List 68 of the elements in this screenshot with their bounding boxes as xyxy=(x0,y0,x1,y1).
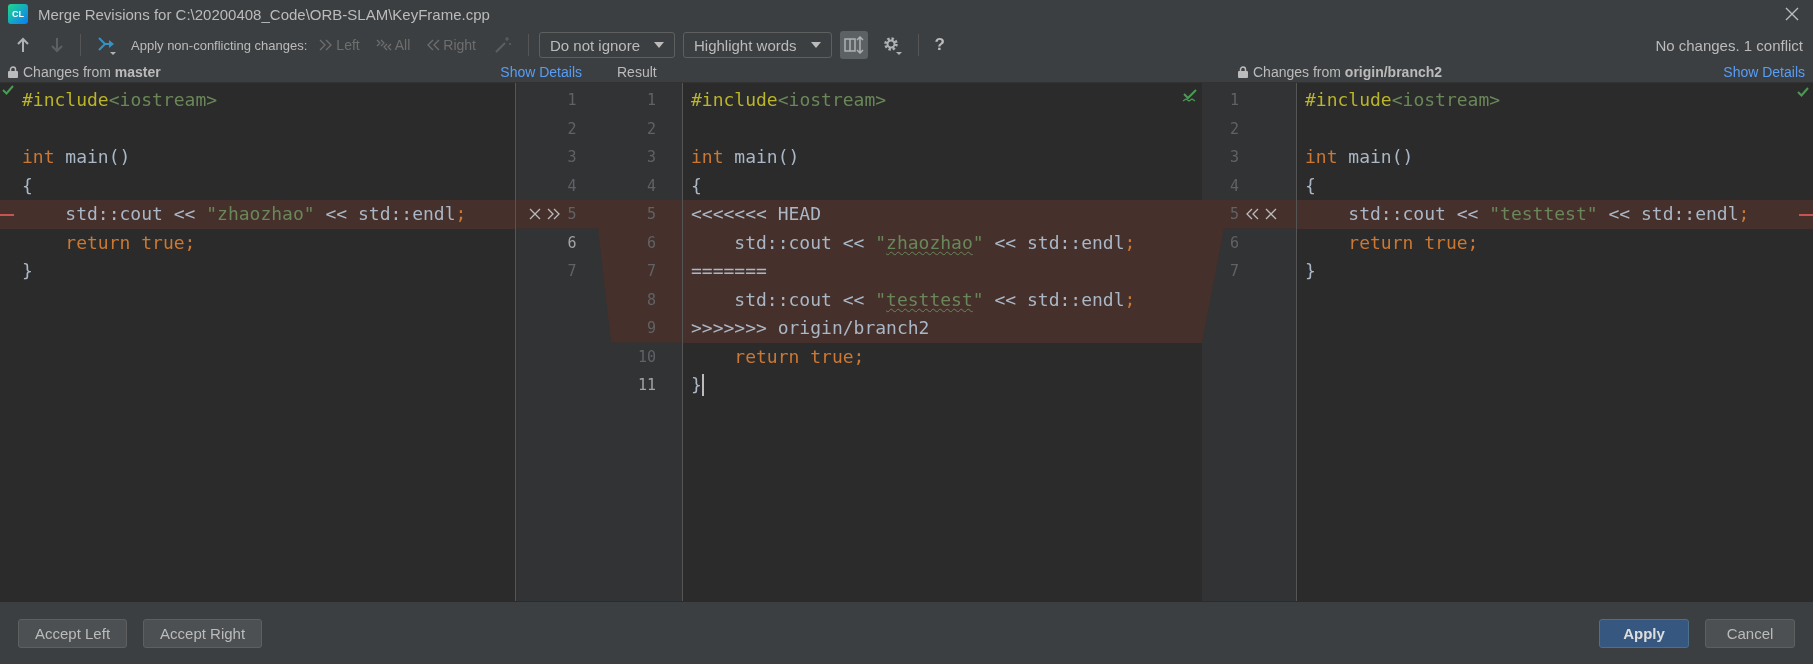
line-number: 7 xyxy=(646,262,656,281)
code-line: { xyxy=(1305,173,1316,198)
show-details-link[interactable]: Show Details xyxy=(1723,64,1805,80)
code-line: } xyxy=(691,373,702,397)
code-line: #include<iostream> xyxy=(22,88,218,112)
app-logo: CL xyxy=(8,4,28,24)
pane-title: Changes from origin/branch2 xyxy=(1253,64,1443,80)
code-line: int main() xyxy=(22,145,131,169)
line-number: 5 xyxy=(567,205,577,224)
double-chevron-right-icon[interactable] xyxy=(547,208,562,221)
cross-icon[interactable] xyxy=(529,208,542,221)
dialog-button[interactable]: Accept Left xyxy=(18,618,128,648)
cross-icon[interactable] xyxy=(1265,208,1278,221)
highlight-dropdown[interactable]: Highlight words xyxy=(683,32,832,58)
line-number: 8 xyxy=(646,290,656,309)
double-chevron-left-icon[interactable] xyxy=(1245,208,1260,221)
settings-icon[interactable] xyxy=(881,35,902,55)
apply-changes-label: Apply non-conflicting changes: xyxy=(131,37,308,53)
code-line: } xyxy=(22,259,33,283)
code-line: std::cout << "testtest" << std::endl; xyxy=(733,287,1136,312)
check-icon xyxy=(2,85,14,95)
dialog-button[interactable]: Cancel xyxy=(1705,618,1795,648)
caret-icon xyxy=(810,42,821,48)
code-line: return true; xyxy=(64,230,196,255)
check-icon xyxy=(1797,87,1809,97)
code-line: } xyxy=(1305,259,1316,283)
line-number: 6 xyxy=(646,233,656,252)
code-line: return true; xyxy=(733,344,865,369)
code-line: std::cout << "zhaozhao" << std::endl; xyxy=(733,230,1136,255)
pane-title: Result xyxy=(617,64,657,80)
line-number: 5 xyxy=(1230,205,1240,224)
check-squiggle-icon xyxy=(1182,89,1198,103)
line-number: 6 xyxy=(567,233,577,252)
view-toggle-button[interactable] xyxy=(839,31,868,59)
code-line: >>>>>>> origin/branch2 xyxy=(691,316,930,340)
line-number: 11 xyxy=(637,376,656,395)
double-chevron-right-icon xyxy=(319,39,334,51)
lock-icon xyxy=(1238,66,1248,78)
code-line: ======= xyxy=(691,259,767,283)
code-line: return true; xyxy=(1347,230,1479,255)
status-text: No changes. 1 conflict xyxy=(1655,36,1803,54)
code-line: std::cout << "zhaozhao" << std::endl; xyxy=(64,202,467,226)
help-button[interactable]: ? xyxy=(928,35,951,55)
dialog-button[interactable]: Accept Right xyxy=(143,618,263,648)
double-chevron-left-icon xyxy=(426,39,441,51)
code-line: { xyxy=(691,173,702,198)
change-marker xyxy=(1799,214,1813,216)
line-number: 5 xyxy=(646,205,656,224)
close-icon[interactable] xyxy=(1785,7,1799,21)
merge-icon[interactable] xyxy=(97,34,117,56)
code-line: int main() xyxy=(1305,145,1414,169)
change-marker xyxy=(0,214,14,216)
lock-icon xyxy=(8,66,18,78)
caret-icon xyxy=(654,42,664,48)
code-line: <<<<<<< HEAD xyxy=(691,202,822,226)
code-line: #include<iostream> xyxy=(691,88,887,112)
window-title: Merge Revisions for C:\20200408_Code\ORB-SLAM\KeyFrame.cpp xyxy=(38,5,490,23)
line-number: 9 xyxy=(646,319,656,338)
code-line: int main() xyxy=(691,145,800,169)
code-line: std::cout << "testtest" << std::endl; xyxy=(1347,202,1750,226)
pane-title: Changes from master xyxy=(23,64,161,80)
primary-button[interactable]: Apply xyxy=(1599,618,1689,648)
up-arrow-icon[interactable] xyxy=(16,37,30,53)
whitespace-dropdown[interactable]: Do not ignore xyxy=(538,32,675,58)
chevrons-icon xyxy=(375,39,392,51)
code-line: #include<iostream> xyxy=(1305,88,1501,112)
show-details-link[interactable]: Show Details xyxy=(500,64,582,80)
code-line: { xyxy=(22,173,33,198)
